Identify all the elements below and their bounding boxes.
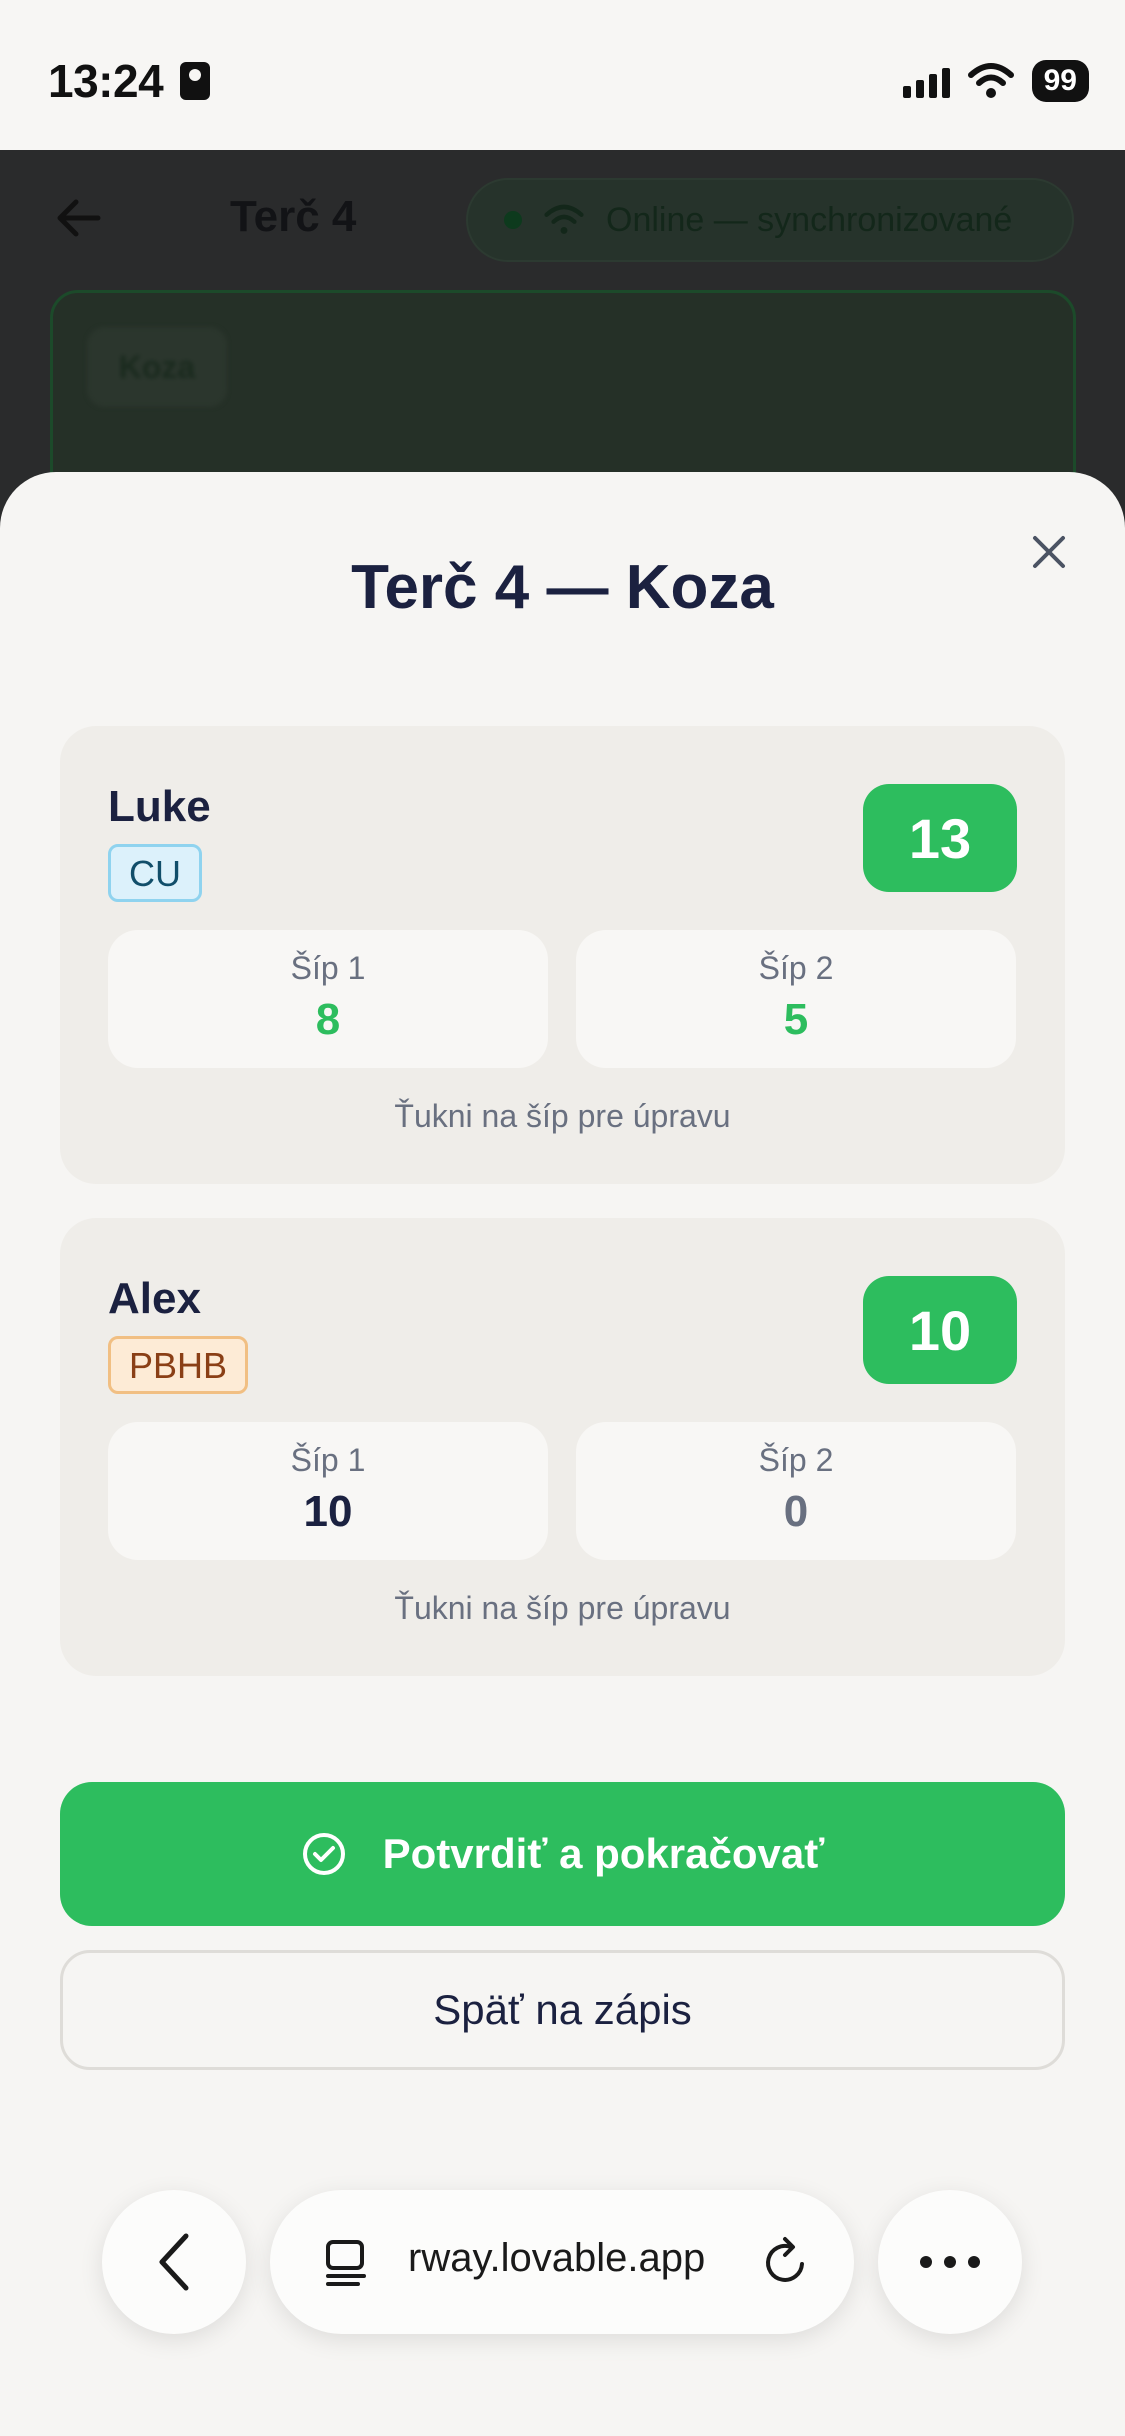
more-horizontal-icon [920,2256,980,2268]
tab-overview-icon [326,2240,366,2286]
cellular-signal-icon [902,64,950,98]
browser-toolbar: rway.lovable.app [0,2190,1125,2336]
total-score-badge: 13 [863,784,1017,892]
player-name: Luke [108,782,211,831]
online-status-text: Online — synchronizované [606,200,1013,239]
wifi-icon [544,204,584,234]
check-circle-icon [302,1833,345,1875]
edit-hint: Ťukni na šíp pre úpravu [394,1098,731,1134]
category-tag: CU [108,844,202,902]
online-status-pill: Online — synchronizované [466,178,1074,262]
status-indicators: 99 [902,58,1089,104]
arrow-value: 5 [783,995,809,1044]
confirm-continue-button[interactable]: Potvrdiť a pokračovať [60,1782,1065,1926]
arrow-label: Šíp 1 [290,950,366,986]
player-card: Alex PBHB 10 Šíp 1 10 Šíp 2 0 Ťukni na š… [60,1218,1065,1676]
background-target-chip: Koza [87,327,227,407]
arrow-1-box[interactable]: Šíp 1 8 [108,930,548,1068]
wifi-icon [967,63,1014,98]
category-tag: PBHB [108,1336,249,1394]
browser-back-button[interactable] [102,2190,246,2334]
browser-more-button[interactable] [878,2190,1022,2334]
arrow-label: Šíp 2 [758,1442,834,1478]
background-header: Terč 4 Online — synchronizované [0,150,1125,290]
arrow-label: Šíp 2 [758,950,834,986]
edit-hint: Ťukni na šíp pre úpravu [394,1590,731,1626]
arrow-value: 10 [303,1487,353,1536]
sheet-title: Terč 4 — Koza [351,553,774,622]
online-dot [504,211,522,229]
reload-icon[interactable] [758,2234,814,2290]
background-page-title: Terč 4 [230,192,357,241]
player-name: Alex [108,1274,201,1323]
arrow-label: Šíp 1 [290,1442,366,1478]
arrow-2-box[interactable]: Šíp 2 5 [576,930,1016,1068]
back-to-entry-button[interactable]: Späť na zápis [60,1950,1065,2070]
arrow-1-box[interactable]: Šíp 1 10 [108,1422,548,1560]
arrow-value: 8 [315,995,341,1044]
arrow-value: 0 [783,1487,809,1536]
chevron-left-icon [159,2233,189,2291]
contact-card-icon [180,62,210,100]
url-bar[interactable]: rway.lovable.app [270,2190,854,2334]
score-confirmation-sheet: Terč 4 — Koza Luke CU 13 Šíp 1 8 Šíp 2 5… [0,472,1125,2436]
url-text: rway.lovable.app [408,2236,706,2280]
battery-indicator: 99 [1031,60,1089,102]
arrow-2-box[interactable]: Šíp 2 0 [576,1422,1016,1560]
status-time: 13:24 [48,55,164,107]
confirm-button-label: Potvrdiť a pokračovať [382,1830,825,1877]
player-card: Luke CU 13 Šíp 1 8 Šíp 2 5 Ťukni na šíp … [60,726,1065,1184]
status-bar: 13:24 99 [0,0,1125,150]
arrow-left-icon [57,199,101,237]
total-score-badge: 10 [863,1276,1017,1384]
